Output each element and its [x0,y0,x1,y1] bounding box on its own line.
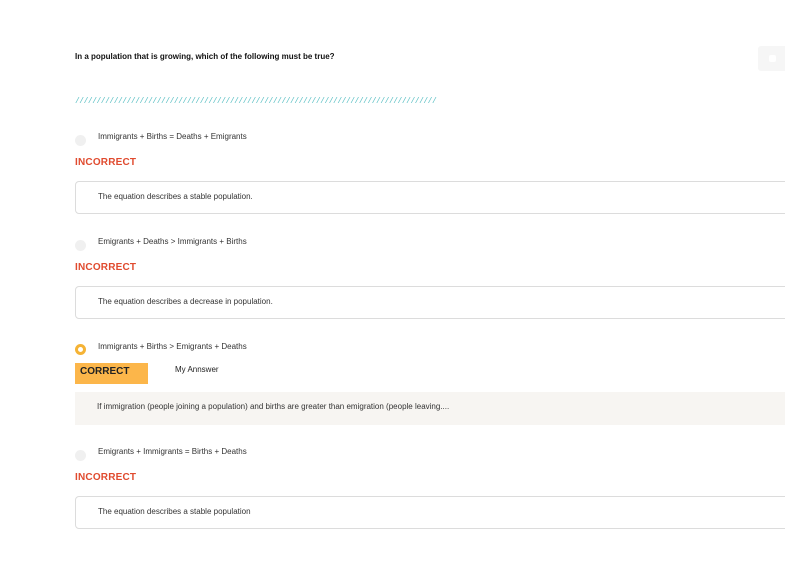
option-radio-1[interactable] [75,135,86,146]
feedback-box-1: The equation describes a stable populati… [75,181,785,214]
status-incorrect-4: INCORRECT [75,472,137,483]
option-radio-3[interactable] [75,344,86,355]
option-radio-4[interactable] [75,450,86,461]
feedback-box-4: The equation describes a stable populati… [75,496,785,529]
feedback-box-3: If immigration (people joining a populat… [75,392,785,425]
option-text-3[interactable]: Immigrants + Births > Emigrants + Deaths [98,342,247,351]
corner-button-icon [769,55,776,62]
option-text-4[interactable]: Emigrants + Immigrants = Births + Deaths [98,447,247,456]
status-incorrect-2: INCORRECT [75,262,137,273]
question-text: In a population that is growing, which o… [75,52,335,61]
option-text-2[interactable]: Emigrants + Deaths > Immigrants + Births [98,237,247,246]
corner-button[interactable] [758,46,785,71]
status-correct-badge: CORRECT [75,363,148,384]
option-text-1[interactable]: Immigrants + Births = Deaths + Emigrants [98,132,247,141]
status-incorrect-1: INCORRECT [75,157,137,168]
feedback-text-3: If immigration (people joining a populat… [97,402,450,411]
option-radio-2[interactable] [75,240,86,251]
feedback-box-2: The equation describes a decrease in pop… [75,286,785,319]
divider: ////////////////////////////////////////… [75,97,437,106]
feedback-text-4: The equation describes a stable populati… [98,507,251,516]
my-answer-label: My Annswer [175,365,219,374]
feedback-text-2: The equation describes a decrease in pop… [98,297,273,306]
feedback-text-1: The equation describes a stable populati… [98,192,253,201]
